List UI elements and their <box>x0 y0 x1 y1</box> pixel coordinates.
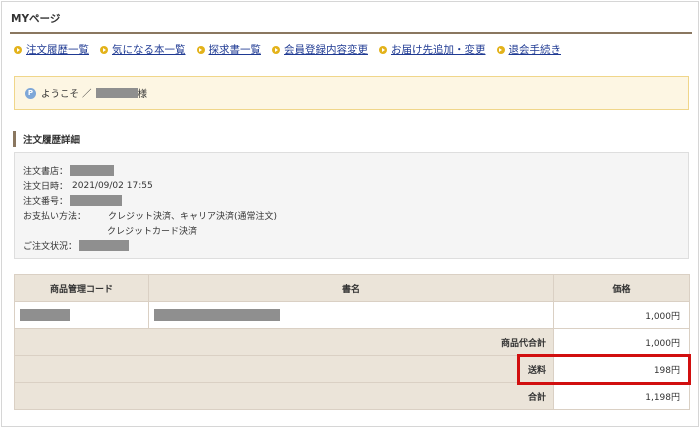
header-code: 商品管理コード <box>14 274 149 302</box>
shipping-row: 送料 198円 <box>14 355 690 383</box>
store-row: 注文書店： <box>23 164 680 177</box>
title-divider <box>10 32 692 34</box>
nav-withdraw-link[interactable]: 退会手続き <box>509 42 562 57</box>
nav-wishlist[interactable]: 気になる本一覧 <box>100 42 186 57</box>
item-code-cell <box>14 301 149 329</box>
points-icon: P <box>25 87 36 99</box>
nav-search-requests[interactable]: 探求書一覧 <box>196 42 262 57</box>
payment-detail: クレジットカード決済 <box>107 227 198 237</box>
header-title: 書名 <box>148 274 554 302</box>
number-label: 注文番号： <box>23 197 69 207</box>
subtotal-value: 1,000円 <box>553 328 690 356</box>
welcome-banner: P ようこそ ／ 様 <box>14 76 689 110</box>
table-row: 1,000円 <box>14 301 690 329</box>
nav-order-history-link[interactable]: 注文履歴一覧 <box>26 42 89 57</box>
redacted-status <box>79 240 130 251</box>
nav-withdraw[interactable]: 退会手続き <box>496 42 562 57</box>
order-date: 2021/09/02 17:55 <box>72 180 153 191</box>
arrow-bullet-icon <box>196 45 205 54</box>
nav-edit-membership[interactable]: 会員登録内容変更 <box>272 42 368 57</box>
welcome-prefix: ようこそ ／ <box>41 89 92 100</box>
redacted-store <box>70 165 115 176</box>
total-row: 合計 1,198円 <box>14 382 690 410</box>
date-label: 注文日時： <box>23 182 69 192</box>
total-label: 合計 <box>14 382 554 410</box>
redacted-item-title <box>154 309 280 321</box>
nav-wishlist-link[interactable]: 気になる本一覧 <box>112 42 186 57</box>
item-price: 1,000円 <box>553 301 690 329</box>
arrow-bullet-icon <box>272 45 280 54</box>
payment-label: お支払い方法： <box>23 212 87 222</box>
arrow-bullet-icon <box>100 45 108 54</box>
header-price: 価格 <box>553 274 690 302</box>
nav-search-requests-link[interactable]: 探求書一覧 <box>209 42 262 57</box>
nav-order-history[interactable]: 注文履歴一覧 <box>14 42 89 57</box>
welcome-suffix: 様 <box>137 89 148 100</box>
subtotal-row: 商品代合計 1,000円 <box>14 328 690 356</box>
shipping-label: 送料 <box>14 355 554 383</box>
mypage-panel: MYページ 注文履歴一覧 気になる本一覧 探求書一覧 会員登録内容変更 お届け先… <box>1 1 699 427</box>
redacted-item-code <box>20 309 70 321</box>
page-title: MYページ <box>11 13 61 25</box>
table-header-row: 商品管理コード 書名 価格 <box>14 274 690 302</box>
nav-edit-membership-link[interactable]: 会員登録内容変更 <box>284 42 368 57</box>
nav-delivery-address[interactable]: お届け先追加・変更 <box>379 42 486 57</box>
store-label: 注文書店： <box>23 167 69 177</box>
mypage-nav: 注文履歴一覧 気になる本一覧 探求書一覧 会員登録内容変更 お届け先追加・変更 … <box>14 42 572 57</box>
payment-row: お支払い方法： クレジット決済、キャリア決済(通常注文) <box>23 209 680 222</box>
arrow-bullet-icon <box>496 45 505 54</box>
order-info-box: 注文書店： 注文日時： 2021/09/02 17:55 注文番号： お支払い方… <box>14 152 689 259</box>
shipping-value: 198円 <box>553 355 690 383</box>
date-row: 注文日時： 2021/09/02 17:55 <box>23 179 680 193</box>
status-label: ご注文状況： <box>23 242 78 252</box>
redacted-order-number <box>70 195 123 206</box>
nav-delivery-address-link[interactable]: お届け先追加・変更 <box>391 42 486 57</box>
payment-method: クレジット決済、キャリア決済(通常注文) <box>108 212 278 222</box>
subtotal-label: 商品代合計 <box>14 328 554 356</box>
item-title-cell <box>148 301 554 329</box>
total-value: 1,198円 <box>553 382 690 410</box>
redacted-username <box>95 88 138 98</box>
status-row: ご注文状況： <box>23 239 680 252</box>
number-row: 注文番号： <box>23 194 680 207</box>
payment-row-2: クレジットカード決済 <box>23 224 680 237</box>
arrow-bullet-icon <box>379 45 387 54</box>
section-title: 注文履歴詳細 <box>13 131 80 147</box>
arrow-bullet-icon <box>14 45 22 54</box>
order-table: 商品管理コード 書名 価格 1,000円 商品代合計 1,000円 送料 198… <box>14 274 690 410</box>
